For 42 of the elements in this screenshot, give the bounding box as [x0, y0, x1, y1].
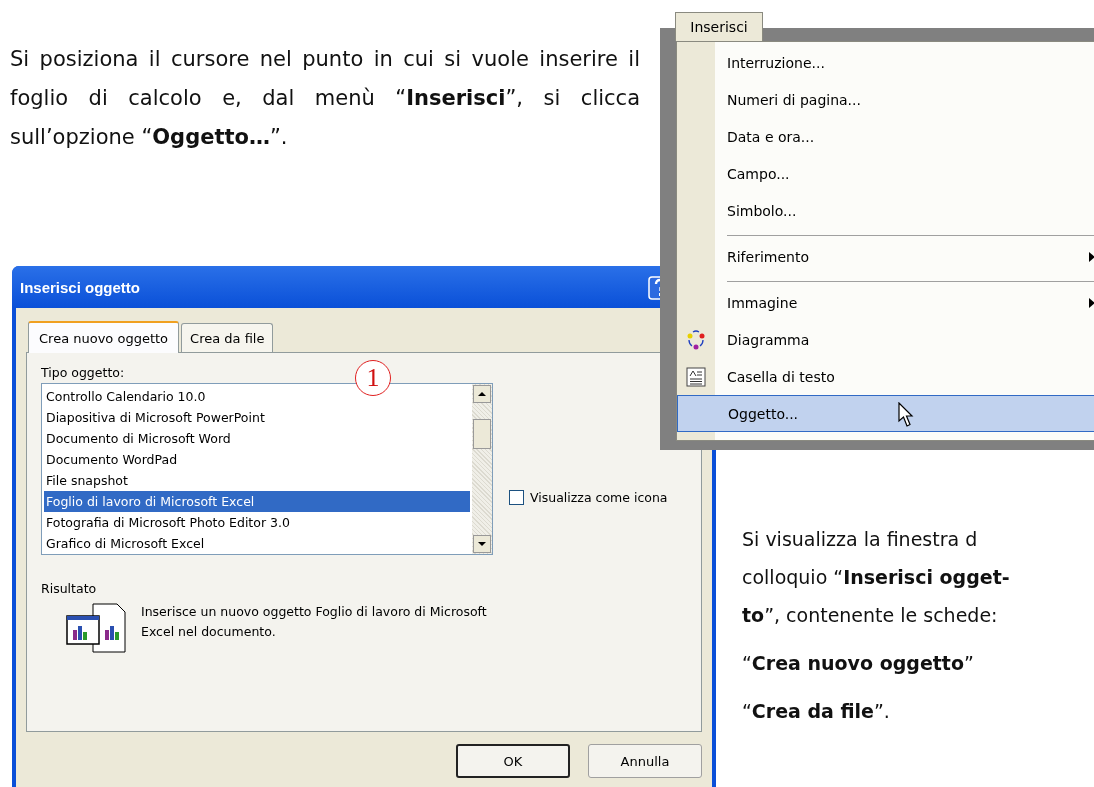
menu-item[interactable]: Data e ora...: [677, 118, 1094, 155]
result-label: Risultato: [41, 581, 98, 596]
menu-title[interactable]: Inserisci: [675, 12, 763, 41]
cancel-button[interactable]: Annulla: [588, 744, 702, 778]
checkbox[interactable]: [509, 490, 524, 505]
tab-name-text: “Crea da file”.: [742, 699, 891, 724]
list-item[interactable]: File snapshot: [44, 470, 470, 491]
list-item[interactable]: Grafico di Microsoft Excel: [44, 533, 470, 554]
submenu-arrow-icon: [1089, 297, 1094, 308]
list-item[interactable]: Foglio di lavoro di Microsoft Excel: [44, 491, 470, 512]
list-item[interactable]: Documento WordPad: [44, 449, 470, 470]
tab[interactable]: Crea da file: [181, 323, 274, 352]
checkbox-label: Visualizza come icona: [530, 490, 668, 505]
menu-item[interactable]: Numeri di pagina...: [677, 81, 1094, 118]
window-title: Inserisci oggetto: [20, 278, 141, 296]
submenu-arrow-icon: [1089, 251, 1094, 262]
menu-item[interactable]: Simbolo...: [677, 192, 1094, 229]
cycle-diagram-icon: [685, 328, 707, 351]
scroll-down-icon[interactable]: [473, 535, 491, 553]
menu-item[interactable]: Oggetto...: [677, 395, 1094, 432]
spreadsheet-chart-icon: [65, 602, 129, 654]
menu-item[interactable]: Interruzione...: [677, 44, 1094, 81]
intro-paragraph: Si posiziona il cursore nel punto in cui si vuole inserire il foglio di calcolo e, dal menù “Inserisci”, si clicca sull’opzione “Oggetto…”.: [10, 46, 640, 151]
mouse-pointer-icon: [898, 402, 916, 428]
description-line: to”, contenente le schede:: [742, 603, 999, 628]
tab-name-text: “Crea nuovo oggetto”: [742, 651, 975, 676]
scrollbar[interactable]: [472, 384, 492, 554]
list-item[interactable]: Documento di Microsoft Word: [44, 428, 470, 449]
scroll-up-icon[interactable]: [473, 385, 491, 403]
text-box-icon: [686, 366, 706, 387]
scroll-thumb[interactable]: [473, 419, 491, 449]
result-description: Inserisce un nuovo oggetto Foglio di lavoro di Microsoft Excel nel documento.: [141, 603, 488, 641]
menu-item[interactable]: Diagramma: [677, 321, 1094, 358]
menu-item[interactable]: Casella di testo: [677, 358, 1094, 395]
menu-item[interactable]: Campo...: [677, 155, 1094, 192]
tab[interactable]: Crea nuovo oggetto: [28, 321, 180, 353]
list-item[interactable]: Fotografia di Microsoft Photo Editor 3.0: [44, 512, 470, 533]
description-line: Si visualizza la finestra d: [742, 527, 979, 552]
list-label: Tipo oggetto:: [41, 365, 125, 380]
description-line: colloquio “Inserisci ogget-: [742, 565, 1010, 590]
list-item[interactable]: Diapositiva di Microsoft PowerPoint: [44, 407, 470, 428]
ok-button[interactable]: OK: [456, 744, 570, 778]
